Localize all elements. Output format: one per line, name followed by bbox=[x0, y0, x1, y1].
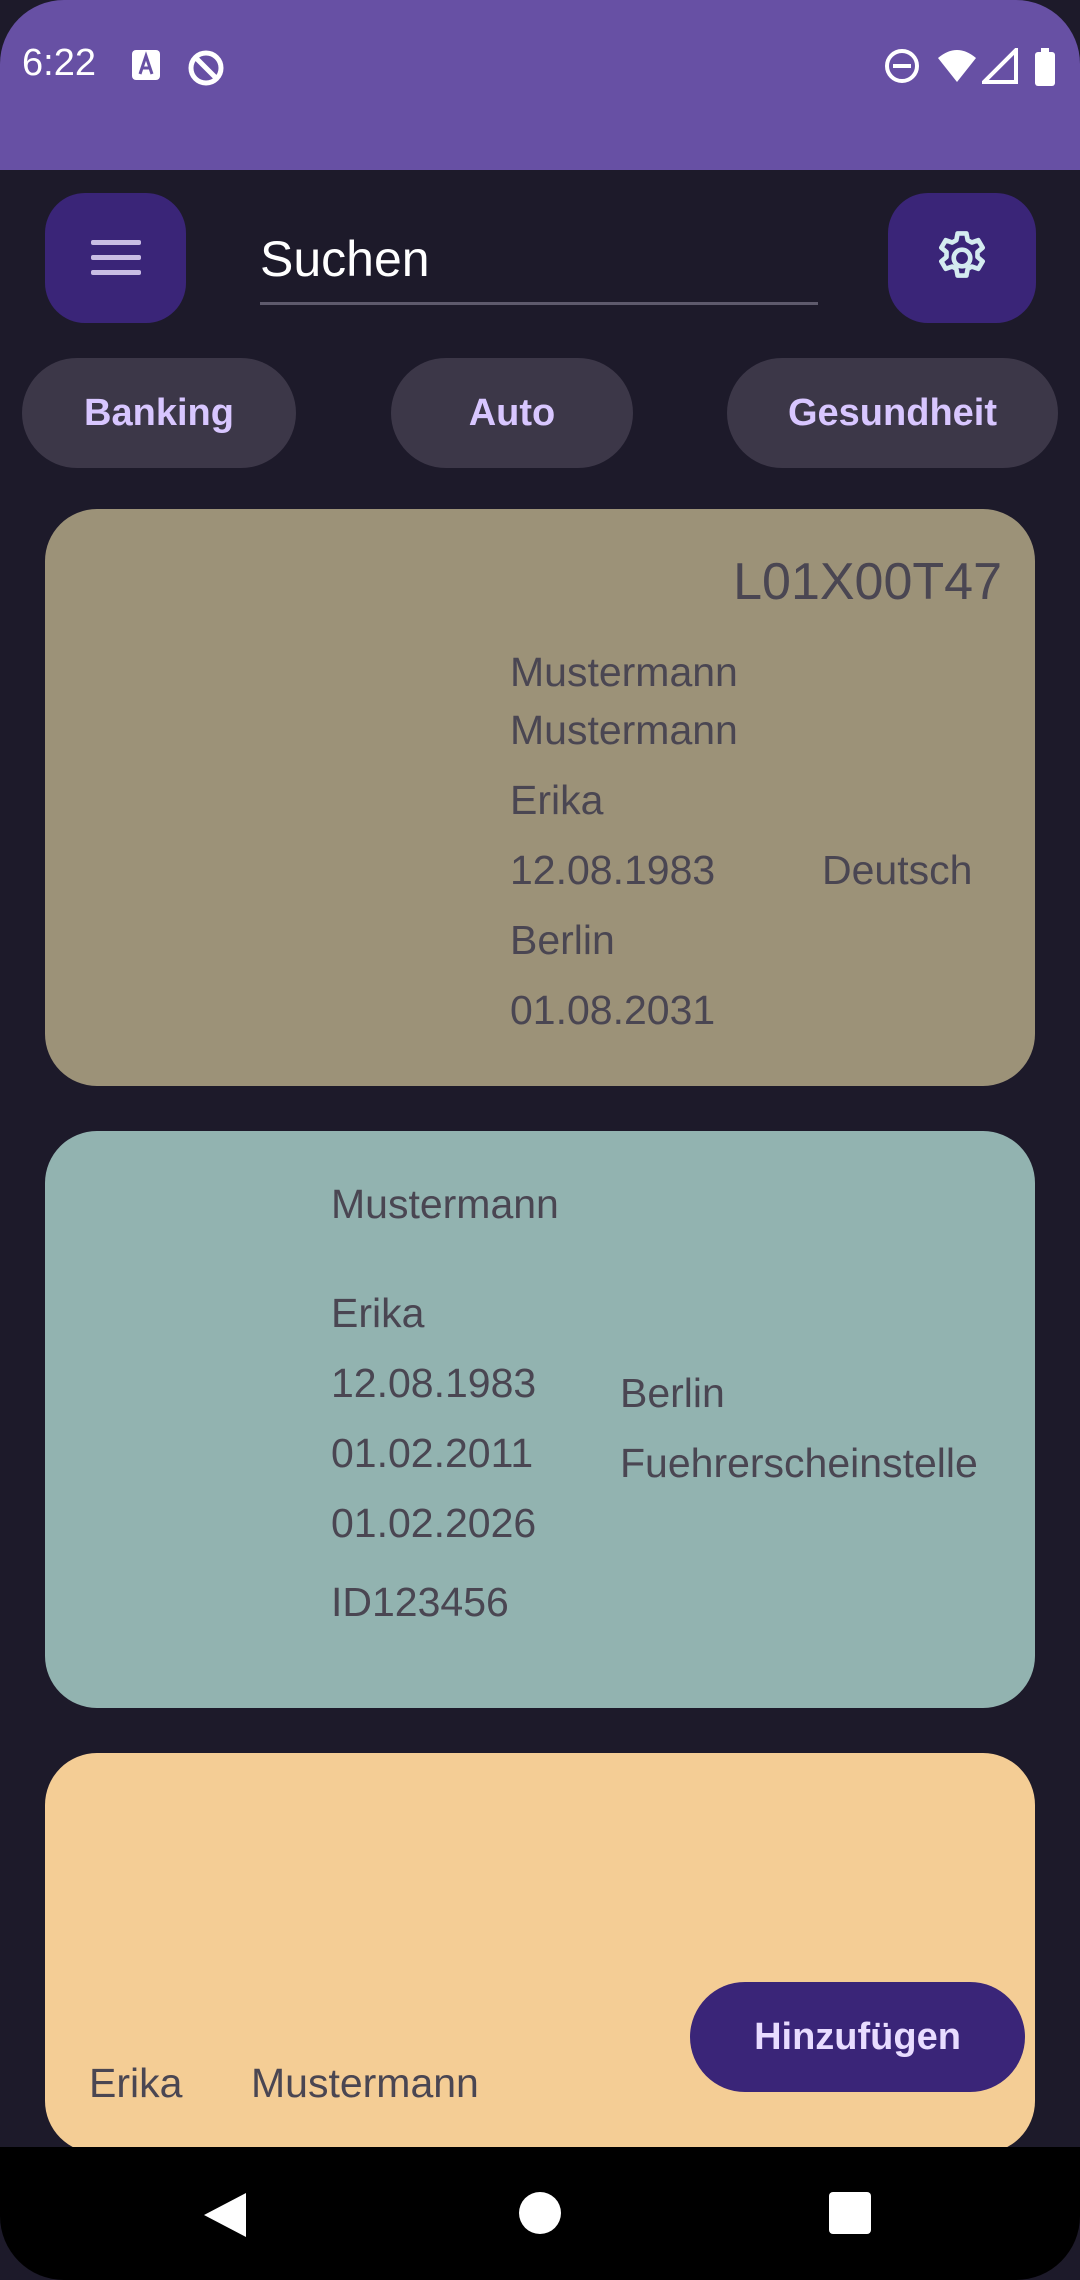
license-number: ID123456 bbox=[331, 1579, 509, 1625]
chip-auto[interactable]: Auto bbox=[391, 358, 633, 468]
search-input[interactable] bbox=[260, 220, 818, 298]
signal-icon bbox=[982, 48, 1018, 84]
back-icon[interactable] bbox=[202, 2191, 248, 2239]
add-button[interactable]: Hinzufügen bbox=[690, 1982, 1025, 2092]
do-not-disturb-icon bbox=[885, 49, 919, 83]
given-name: Erika bbox=[89, 2060, 183, 2106]
id-card[interactable]: L01X00T47 Mustermann Mustermann Erika 12… bbox=[45, 509, 1035, 1086]
document-number: L01X00T47 bbox=[733, 553, 1002, 611]
expiry-date: 01.08.2031 bbox=[510, 987, 716, 1033]
settings-icon bbox=[939, 231, 985, 278]
surname: Mustermann bbox=[251, 2060, 479, 2106]
surname: Mustermann bbox=[331, 1181, 559, 1227]
wifi-icon bbox=[938, 50, 976, 82]
chip-banking[interactable]: Banking bbox=[22, 358, 296, 468]
no-sync-icon bbox=[188, 50, 224, 86]
birth-name: Mustermann bbox=[510, 707, 738, 753]
expiry-date: 01.02.2026 bbox=[331, 1500, 537, 1546]
given-name: Erika bbox=[510, 777, 604, 823]
menu-button[interactable] bbox=[45, 193, 186, 323]
nationality: Deutsch bbox=[822, 847, 973, 893]
recents-icon[interactable] bbox=[828, 2191, 872, 2235]
keyboard-icon bbox=[132, 50, 160, 80]
surname: Mustermann bbox=[510, 649, 738, 695]
issue-date: 01.02.2011 bbox=[331, 1430, 534, 1476]
license-card[interactable]: Mustermann Erika 12.08.1983 01.02.2011 0… bbox=[45, 1131, 1035, 1708]
birth-place: Berlin bbox=[620, 1370, 725, 1416]
health-card[interactable]: Erika Mustermann 12.08.1983 bbox=[45, 1753, 1035, 2153]
status-time: 6:22 bbox=[22, 42, 96, 84]
navigation-bar bbox=[0, 2147, 1080, 2280]
settings-button[interactable] bbox=[888, 193, 1036, 323]
status-bar: 6:22 bbox=[0, 0, 1080, 170]
birth-place: Berlin bbox=[510, 917, 615, 963]
battery-icon bbox=[1035, 48, 1055, 86]
given-name: Erika bbox=[331, 1290, 425, 1336]
authority: Fuehrerscheinstelle bbox=[620, 1440, 978, 1486]
birth-date: 12.08.1983 bbox=[510, 847, 716, 893]
chip-gesundheit[interactable]: Gesundheit bbox=[727, 358, 1058, 468]
home-icon[interactable] bbox=[518, 2191, 562, 2235]
menu-icon bbox=[90, 240, 141, 275]
birth-date: 12.08.1983 bbox=[331, 1360, 537, 1406]
search-field[interactable] bbox=[260, 220, 818, 305]
